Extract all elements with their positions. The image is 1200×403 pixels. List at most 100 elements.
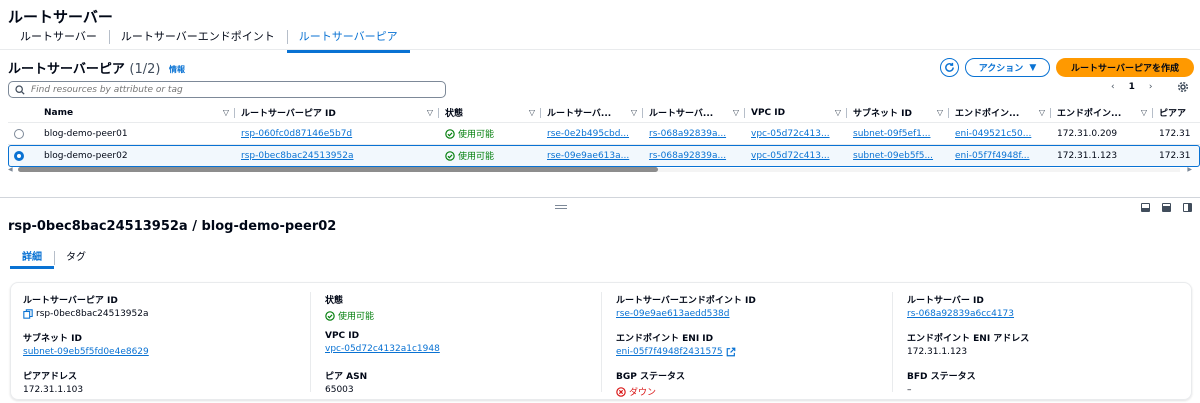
field-eni-address: エンドポイント ENI アドレス 172.31.1.123	[907, 334, 1030, 357]
scroll-thumb[interactable]	[18, 167, 658, 172]
cell-state: 使用可能	[445, 149, 494, 162]
table-row[interactable]: blog-demo-peer01 rsp-060fc0d87146e5b7d 使…	[8, 123, 1200, 145]
header-peer-addr[interactable]: ピアア	[1153, 103, 1200, 122]
field-bfd-status: BFD ステータス –	[907, 372, 976, 395]
field-bgp-status: BGP ステータス ダウン	[616, 372, 685, 398]
header-subnet[interactable]: サブネット ID ▽	[847, 103, 949, 122]
table-header: Name ▽ ルートサーバーピア ID ▽ 状態 ▽ ルートサーバ... ▽ ルートサー…	[8, 103, 1200, 123]
vpc-id-link[interactable]: vpc-05d72c4132a1c1948	[325, 344, 440, 354]
sort-icon: ▽	[732, 108, 739, 117]
header-server[interactable]: ルートサーバ... ▽	[643, 103, 745, 122]
detail-tabs: 詳細 タグ	[10, 250, 98, 269]
detail-title: rsp-0bec8bac24513952a / blog-demo-peer02	[8, 219, 337, 234]
top-tabs: ルートサーバー ルートサーバーエンドポイント ルートサーバーピア	[8, 29, 410, 53]
sort-icon: ▽	[834, 108, 841, 117]
cell-peer-addr: 172.31	[1159, 128, 1191, 139]
search-input[interactable]	[31, 84, 431, 95]
sort-icon: ▽	[528, 108, 535, 117]
check-circle-icon	[445, 150, 455, 161]
cell-server-link[interactable]: rs-068a92839a...	[649, 151, 726, 161]
field-peer-id: ルートサーバーピア ID rsp-0bec8bac24513952a	[23, 296, 149, 319]
cell-eni-link[interactable]: eni-049521c50...	[955, 129, 1031, 139]
tab-route-servers[interactable]: ルートサーバー	[8, 29, 109, 49]
sort-icon: ▽	[630, 108, 637, 117]
tab-tags[interactable]: タグ	[54, 250, 98, 266]
check-circle-icon	[445, 128, 455, 139]
settings-button[interactable]	[1177, 81, 1189, 96]
header-select	[8, 103, 38, 122]
tab-details[interactable]: 詳細	[10, 250, 54, 269]
caret-down-icon: ▼	[1029, 62, 1037, 73]
row-radio[interactable]	[14, 128, 24, 139]
cell-peer-id-link[interactable]: rsp-060fc0d87146e5b7d	[241, 129, 352, 139]
cell-vpc-link[interactable]: vpc-05d72c413...	[751, 129, 830, 139]
cell-state: 使用可能	[445, 127, 494, 140]
copy-icon[interactable]	[23, 309, 33, 319]
header-name[interactable]: Name ▽	[38, 103, 235, 122]
next-page-icon[interactable]: ›	[1149, 82, 1153, 92]
pagination: ‹ 1 ›	[1111, 82, 1152, 92]
cell-server-link[interactable]: rs-068a92839a...	[649, 129, 726, 139]
page-title: ルートサーバー	[8, 8, 113, 26]
refresh-button[interactable]	[940, 58, 959, 77]
horizontal-scrollbar[interactable]: ◀ ▶	[8, 166, 1192, 174]
column-divider	[601, 292, 602, 392]
resize-handle-icon[interactable]	[555, 205, 567, 209]
search-box[interactable]	[8, 81, 446, 98]
table-row[interactable]: blog-demo-peer02 rsp-0bec8bac24513952a 使…	[8, 145, 1200, 167]
endpoint-id-link[interactable]: rse-09e9ae613aedd538d	[616, 309, 730, 319]
header-vpc[interactable]: VPC ID ▽	[745, 103, 847, 122]
cell-peer-addr: 172.31	[1159, 150, 1191, 161]
eni-id-link[interactable]: eni-05f7f4948f2431575	[616, 347, 723, 357]
info-link[interactable]: 情報	[169, 65, 185, 74]
header-eni[interactable]: エンドポイン... ▽	[949, 103, 1051, 122]
cell-vpc-link[interactable]: vpc-05d72c413...	[751, 151, 830, 161]
subnet-id-link[interactable]: subnet-09eb5f5fd0e4e8629	[23, 347, 149, 357]
cell-eni-addr: 172.31.1.123	[1057, 150, 1118, 161]
error-circle-icon	[616, 386, 626, 397]
gear-icon	[1177, 81, 1189, 93]
cell-endpoint-link[interactable]: rse-0e2b495cbd...	[547, 129, 629, 139]
external-link-icon[interactable]	[726, 347, 736, 357]
panel-side-icon[interactable]	[1183, 203, 1192, 212]
sort-icon: ▽	[1038, 108, 1045, 117]
cell-name: blog-demo-peer02	[44, 150, 128, 161]
cell-peer-id-link[interactable]: rsp-0bec8bac24513952a	[241, 151, 354, 161]
cell-endpoint-link[interactable]: rse-09e9ae613a...	[547, 151, 629, 161]
header-eni-addr[interactable]: エンドポイン... ▽	[1051, 103, 1153, 122]
list-header: ルートサーバーピア (1/2) 情報	[8, 58, 185, 77]
actions-button[interactable]: アクション ▼	[965, 58, 1050, 77]
sort-icon: ▽	[936, 108, 943, 117]
panel-bottom-icon[interactable]	[1141, 203, 1150, 212]
sort-icon: ▽	[426, 108, 433, 117]
server-id-link[interactable]: rs-068a92839a6cc4173	[907, 309, 1014, 319]
scroll-left-icon[interactable]: ◀	[8, 166, 13, 173]
header-peer-id[interactable]: ルートサーバーピア ID ▽	[235, 103, 439, 122]
tabs-divider	[0, 49, 1200, 50]
field-eni-id: エンドポイント ENI ID eni-05f7f4948f2431575	[616, 331, 736, 357]
tab-route-server-peers[interactable]: ルートサーバーピア	[286, 29, 410, 53]
cell-name: blog-demo-peer01	[44, 128, 128, 139]
refresh-icon	[945, 62, 954, 72]
header-endpoint[interactable]: ルートサーバ... ▽	[541, 103, 643, 122]
column-divider	[892, 292, 893, 392]
cell-subnet-link[interactable]: subnet-09f5ef1...	[853, 129, 930, 139]
tab-route-server-endpoints[interactable]: ルートサーバーエンドポイント	[108, 29, 287, 49]
cell-subnet-link[interactable]: subnet-09eb5f5...	[853, 151, 933, 161]
prev-page-icon[interactable]: ‹	[1111, 82, 1115, 92]
field-vpc-id: VPC ID vpc-05d72c4132a1c1948	[325, 331, 440, 354]
field-state: 状態 使用可能	[325, 296, 375, 322]
field-peer-address: ピアアドレス 172.31.1.103	[23, 372, 84, 395]
cell-eni-link[interactable]: eni-05f7f4948f...	[955, 151, 1030, 161]
create-peer-button[interactable]: ルートサーバーピアを作成	[1056, 58, 1194, 77]
peers-table: Name ▽ ルートサーバーピア ID ▽ 状態 ▽ ルートサーバ... ▽ ルートサー…	[8, 103, 1200, 167]
scroll-right-icon[interactable]: ▶	[1187, 166, 1192, 173]
panel-split-icon[interactable]	[1162, 203, 1171, 212]
sort-icon: ▽	[222, 108, 229, 117]
cell-eni-addr: 172.31.0.209	[1057, 128, 1118, 139]
header-state[interactable]: 状態 ▽	[439, 103, 541, 122]
page-number[interactable]: 1	[1129, 82, 1135, 92]
field-peer-asn: ピア ASN 65003	[325, 372, 368, 395]
panel-layout-controls	[1141, 203, 1192, 212]
row-radio[interactable]	[14, 150, 24, 161]
